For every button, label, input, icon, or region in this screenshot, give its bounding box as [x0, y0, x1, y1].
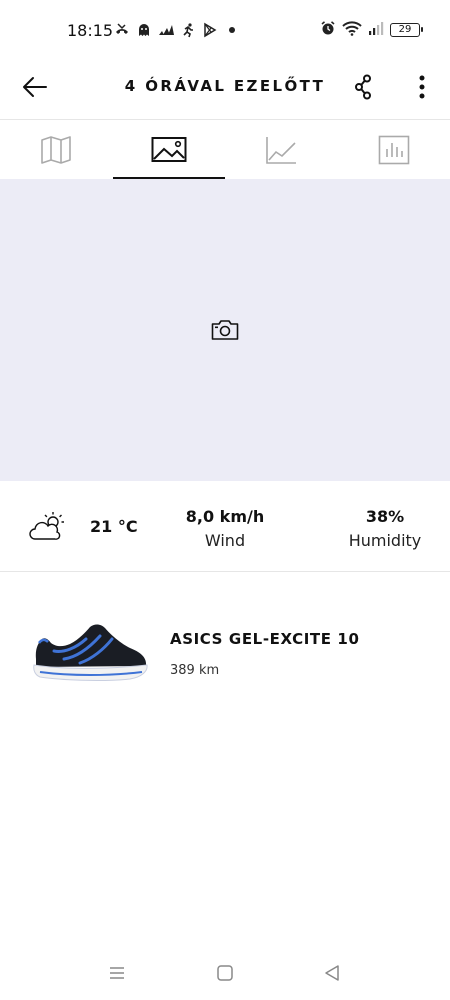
- wind-value: 8,0 km/h: [185, 507, 265, 526]
- tab-bar: [0, 119, 450, 180]
- page-title: 4 ÓRÁVAL EZELŐTT: [124, 77, 326, 95]
- wind-label: Wind: [204, 531, 246, 550]
- camera-icon: [211, 320, 239, 340]
- tab-photos[interactable]: [112, 120, 226, 180]
- map-icon: [41, 136, 72, 164]
- bar-chart-icon: [378, 135, 410, 165]
- signal-icon: [368, 20, 384, 41]
- status-system-icons: 29: [320, 19, 423, 41]
- more-options-button[interactable]: [408, 70, 436, 104]
- home-button[interactable]: [213, 961, 237, 985]
- recents-icon: [110, 967, 124, 979]
- status-bar: 18:15 29: [0, 0, 450, 60]
- humidity-label: Humidity: [348, 531, 422, 550]
- missed-call-icon: [114, 22, 130, 38]
- alarm-icon: [320, 20, 336, 41]
- adidas-icon: [158, 22, 174, 38]
- back-icon: [325, 965, 339, 981]
- share-button[interactable]: [348, 70, 380, 104]
- system-nav-bar: [0, 955, 450, 991]
- more-vertical-icon: [419, 75, 425, 99]
- runner-icon: [180, 22, 196, 38]
- shoe-name: ASICS GEL-EXCITE 10: [170, 630, 360, 648]
- battery-icon: 29: [390, 23, 423, 37]
- photo-placeholder[interactable]: [0, 179, 450, 481]
- status-time: 18:15: [67, 21, 114, 40]
- app-header: 4 ÓRÁVAL EZELŐTT: [0, 60, 450, 118]
- tab-line-chart[interactable]: [225, 120, 338, 180]
- nav-back-button[interactable]: [320, 961, 344, 985]
- recents-button[interactable]: [105, 961, 129, 985]
- partly-sunny-icon: [29, 512, 64, 540]
- share-icon: [355, 74, 371, 100]
- weather-summary: 21 °C 8,0 km/h Wind 38% Humidity: [0, 481, 450, 572]
- shoe-distance: 389 km: [170, 663, 220, 678]
- wifi-icon: [342, 20, 362, 41]
- status-notification-icons: [114, 20, 240, 40]
- temperature-value: 21 °C: [90, 517, 138, 536]
- ghost-icon: [136, 22, 152, 38]
- tab-bar-chart[interactable]: [338, 120, 450, 180]
- shoe-image: [33, 624, 148, 681]
- shoe-item[interactable]: ASICS GEL-EXCITE 10 389 km: [0, 605, 450, 705]
- home-icon: [217, 965, 233, 981]
- line-chart-icon: [266, 137, 297, 164]
- play-store-icon: [202, 22, 218, 38]
- humidity-value: 38%: [365, 507, 405, 526]
- dot-icon: [224, 22, 240, 38]
- tab-map[interactable]: [0, 120, 113, 180]
- image-icon: [151, 137, 187, 162]
